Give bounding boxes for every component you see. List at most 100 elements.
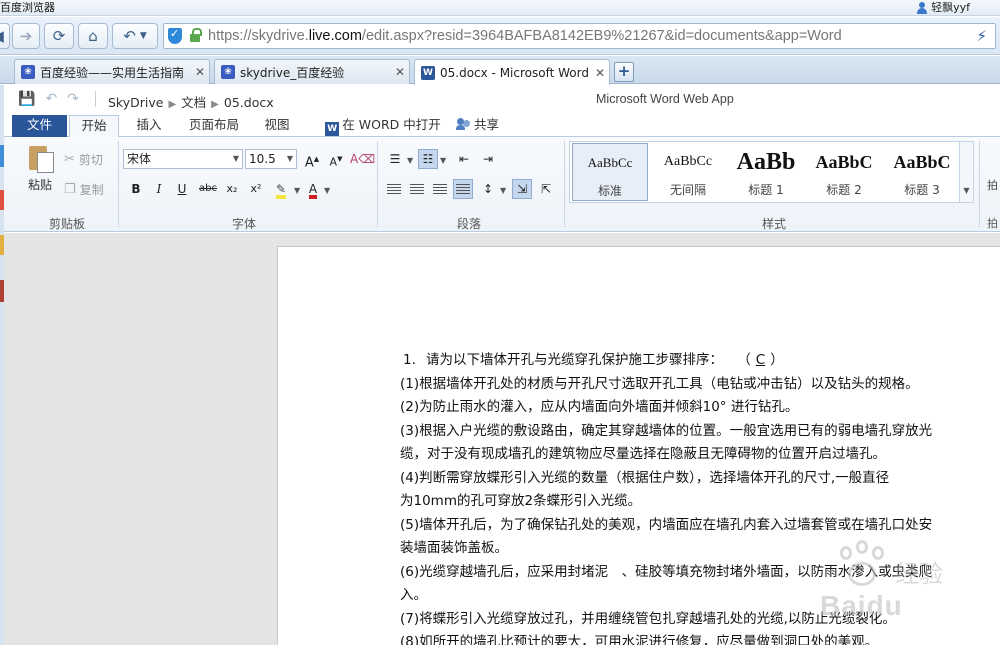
style-name: 标准 (597, 184, 622, 198)
numbering-button[interactable]: ☷ (418, 149, 438, 169)
cut-button[interactable]: ✂ 剪切 (64, 151, 103, 168)
align-right-button[interactable] (430, 179, 450, 199)
style-heading-1[interactable]: AaBb 标题 1 (728, 143, 804, 201)
document-line: (3)根据入户光缆的敷设路由，确定其穿越墙体的位置。一般宜选用已有的弱电墙孔穿放… (400, 422, 933, 439)
style-sample: AaBbCc (587, 155, 633, 170)
bold-button[interactable]: B (126, 179, 146, 199)
style-name: 标题 3 (904, 183, 940, 197)
breadcrumb-skydrive[interactable]: SkyDrive (108, 95, 163, 110)
subscript-button[interactable]: x₂ (222, 179, 242, 199)
save-icon[interactable]: 💾 (18, 91, 35, 107)
line-spacing-icon: ↕ (482, 182, 494, 196)
rtl-button[interactable]: ⇱ (536, 179, 556, 199)
font-size-select[interactable]: 10.5 ▼ (245, 149, 297, 169)
home-button[interactable]: ⌂ (78, 23, 108, 49)
tab-word-web-app[interactable]: W 05.docx - Microsoft Word Web App ✕ (414, 59, 610, 85)
superscript-button[interactable]: x² (246, 179, 266, 199)
back-button[interactable]: ◀ (0, 23, 10, 49)
home-icon: ⌂ (88, 27, 98, 45)
decrease-indent-button[interactable]: ⇤ (454, 149, 474, 169)
open-in-word-button[interactable]: W在 WORD 中打开 (324, 115, 442, 137)
baidu-paw-icon (832, 540, 888, 590)
tab-skydrive-baidu[interactable]: ❀ skydrive_百度经验 ✕ (214, 59, 410, 84)
font-color-icon: A (308, 183, 318, 199)
more-ribbon-edge: 拍 (987, 179, 998, 192)
align-center-button[interactable] (407, 179, 427, 199)
chevron-down-icon[interactable]: ▼ (440, 156, 446, 165)
grow-font-button[interactable]: A▲ (302, 149, 322, 170)
tab-file[interactable]: 文件 (12, 115, 67, 137)
line-spacing-button[interactable]: ↕ (478, 179, 498, 199)
document-line: (8)如所开的墙孔比预计的要大，可用水泥进行修复，应尽量做到洞口处的美观。 (400, 634, 879, 645)
ltr-button[interactable]: ⇲ (512, 179, 532, 199)
chevron-down-icon[interactable]: ▼ (500, 186, 506, 195)
baidu-watermark: Baidu 经验 (820, 540, 995, 630)
refresh-button[interactable]: ⟳ (44, 23, 74, 49)
tab-view[interactable]: 视图 (259, 115, 295, 137)
lightning-icon[interactable]: ⚡ (976, 27, 987, 45)
address-bar[interactable]: https://skydrive.live.com/edit.aspx?resi… (163, 23, 996, 49)
style-name: 标题 2 (826, 183, 862, 197)
undo-close-button[interactable]: ↶ ▼ (112, 23, 158, 49)
right-to-left-icon: ⇱ (540, 182, 552, 196)
font-color-button[interactable]: A (304, 179, 322, 199)
shrink-font-button[interactable]: A▼ (326, 149, 346, 169)
style-no-spacing[interactable]: AaBbCc 无间隔 (650, 143, 726, 201)
justify-button[interactable] (453, 179, 473, 199)
styles-gallery-more-button[interactable]: ▼ (959, 142, 973, 202)
answer-text: C (755, 352, 766, 368)
question-number: 1. (403, 352, 416, 368)
document-line: (5)墙体开孔后，为了确保钻孔处的美观，内墙面应在墙孔内套入过墙套管或在墙孔口处… (400, 516, 933, 533)
app-name: Microsoft Word Web App (596, 92, 734, 106)
copy-label: 复制 (79, 183, 104, 197)
refresh-icon: ⟳ (52, 27, 66, 45)
share-button[interactable]: 共享 (454, 115, 502, 137)
chevron-down-icon[interactable]: ▼ (324, 186, 330, 195)
forward-button[interactable]: ➔ (12, 23, 40, 49)
align-left-icon (387, 184, 401, 195)
tab-baidu-jingyan[interactable]: ❀ 百度经验——实用生活指南 ✕ (14, 59, 210, 84)
close-icon[interactable]: ✕ (593, 66, 607, 80)
chevron-down-icon[interactable]: ▼ (294, 186, 300, 195)
highlight-button[interactable]: ✎ (270, 179, 292, 199)
underline-button[interactable]: U (172, 179, 192, 199)
align-center-icon (410, 184, 424, 195)
url-text[interactable]: https://skydrive.live.com/edit.aspx?resi… (208, 28, 842, 44)
answer-open-paren: （ (737, 352, 751, 368)
paste-button[interactable]: 粘贴 (22, 143, 58, 193)
back-arrow-icon: ◀ (0, 27, 4, 45)
justify-icon (456, 184, 470, 195)
redo-icon[interactable]: ↷ (67, 91, 79, 107)
style-normal[interactable]: AaBbCc 标准 (572, 143, 648, 201)
style-heading-3[interactable]: AaBbC 标题 3 (884, 143, 960, 201)
bullets-button[interactable]: ☰ (385, 149, 405, 169)
chevron-down-icon: ▼ (139, 31, 147, 41)
breadcrumb-arrow-icon: ▶ (168, 99, 177, 110)
chevron-down-icon[interactable]: ▼ (407, 156, 413, 165)
tab-label: 05.docx - Microsoft Word Web App (440, 65, 593, 80)
style-sample: AaBbC (893, 151, 951, 172)
breadcrumb-documents[interactable]: 文档 (181, 95, 206, 110)
font-name-select[interactable]: 宋体 ▼ (123, 149, 243, 169)
clear-format-eraser-icon[interactable]: A⌫ (350, 149, 375, 169)
copy-button[interactable]: ❐ 复制 (64, 181, 104, 198)
close-icon[interactable]: ✕ (393, 65, 407, 79)
undo-icon[interactable]: ↶ (45, 91, 57, 107)
style-name: 无间隔 (669, 183, 706, 197)
strikethrough-button[interactable]: abc (196, 179, 220, 199)
align-left-button[interactable] (384, 179, 404, 199)
increase-indent-button[interactable]: ⇥ (478, 149, 498, 169)
cut-label: 剪切 (78, 153, 103, 167)
document-line: 为10mm的孔可穿放2条蝶形引入光缆。 (400, 493, 642, 509)
tab-home[interactable]: 开始 (69, 115, 119, 138)
clipboard-group-label: 剪贴板 (48, 217, 85, 231)
style-heading-2[interactable]: AaBbC 标题 2 (806, 143, 882, 201)
user-account[interactable]: 轻飘yyf (916, 0, 970, 15)
italic-button[interactable]: I (149, 179, 169, 199)
tab-page-layout[interactable]: 页面布局 (184, 115, 244, 137)
font-group-label: 字体 (231, 217, 256, 231)
tab-insert[interactable]: 插入 (129, 115, 169, 137)
new-tab-button[interactable]: + (614, 62, 634, 82)
close-icon[interactable]: ✕ (193, 65, 207, 79)
paragraph-group-label: 段落 (456, 217, 481, 231)
